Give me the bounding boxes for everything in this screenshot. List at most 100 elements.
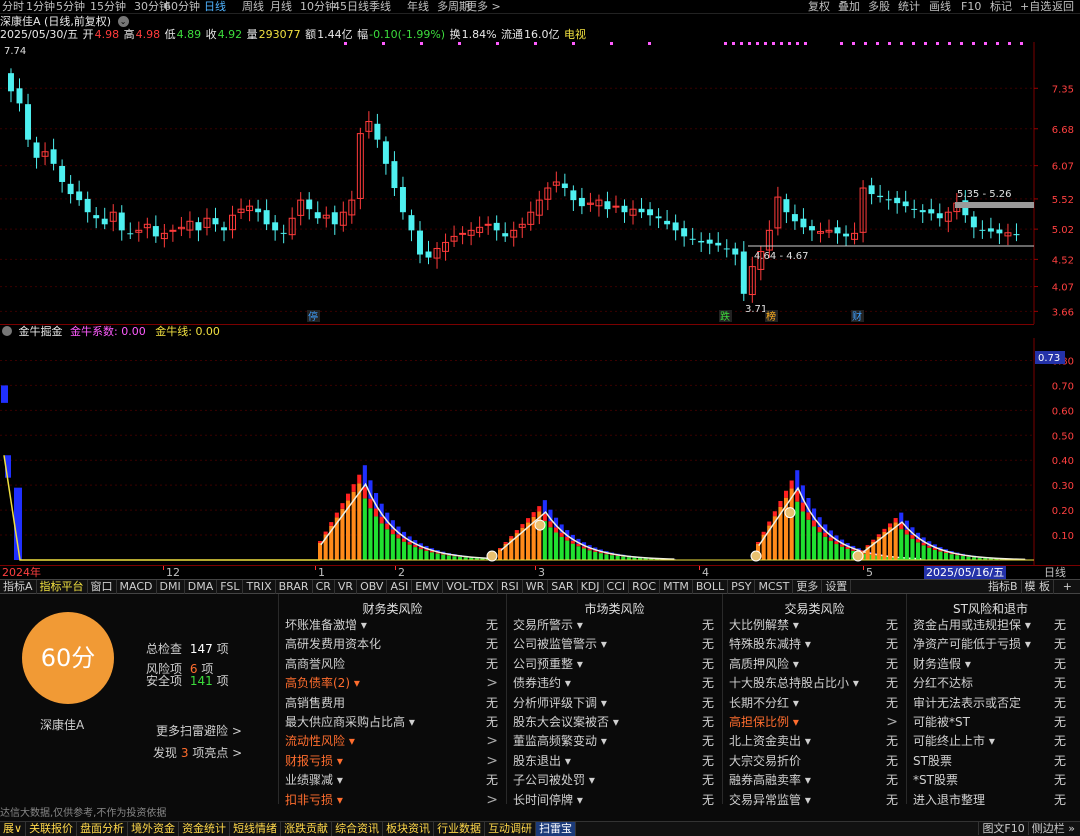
status-tab-5[interactable]: 短线情绪 xyxy=(230,822,282,836)
risk-item[interactable]: 交易所警示 ▾ 无 xyxy=(513,616,714,635)
money-bag-icon[interactable] xyxy=(852,550,864,562)
axis-period-label[interactable]: 日线 xyxy=(1044,566,1066,580)
risk-item[interactable]: 高研发费用资本化 无 xyxy=(285,635,498,654)
risk-item[interactable]: 可能终止上市 ▾ 无 xyxy=(913,732,1066,751)
risk-item[interactable]: 分析师评级下调 ▾ 无 xyxy=(513,694,714,713)
risk-item[interactable]: 十大股东总持股占比小 ▾ 无 xyxy=(729,674,898,693)
risk-item[interactable]: 业绩骤减 ▾ 无 xyxy=(285,771,498,790)
risk-item[interactable]: 坏账准备激增 ▾ 无 xyxy=(285,616,498,635)
toolbar-button-3[interactable]: 统计 xyxy=(898,0,920,13)
toolbar-button-5[interactable]: F10 xyxy=(961,0,981,13)
tab-right-0[interactable]: 指标B xyxy=(985,580,1022,594)
indicator-tab-11[interactable]: OBV xyxy=(357,580,388,594)
toolbar-button-4[interactable]: 画线 xyxy=(929,0,951,13)
risk-item[interactable]: 财务造假 ▾ 无 xyxy=(913,655,1066,674)
risk-item[interactable]: 高担保比例 ▾ > xyxy=(729,713,898,732)
indicator-tab-26[interactable]: 设置 xyxy=(822,580,852,594)
risk-item[interactable]: 可能被*ST 无 xyxy=(913,713,1066,732)
indicator-chart[interactable]: 0.800.700.600.500.400.300.200.100.73 xyxy=(0,338,1080,566)
indicator-tab-10[interactable]: VR xyxy=(335,580,358,594)
tab-right-1[interactable]: 模 板 xyxy=(1022,580,1054,594)
risk-item[interactable]: 高商誉风险 无 xyxy=(285,655,498,674)
indicator-tab-25[interactable]: 更多 xyxy=(793,580,823,594)
risk-item[interactable]: 股东大会议案被否 ▾ 无 xyxy=(513,713,714,732)
indicator-tab-18[interactable]: KDJ xyxy=(578,580,604,594)
status-tab-11[interactable]: 扫雷宝 xyxy=(536,822,577,836)
status-tab-9[interactable]: 行业数据 xyxy=(434,822,486,836)
toolbar-button-0[interactable]: 复权 xyxy=(808,0,830,13)
highlights-link[interactable]: 发现 3 项亮点 > xyxy=(153,744,242,761)
indicator-tab-22[interactable]: BOLL xyxy=(693,580,729,594)
indicator-settings-icon[interactable] xyxy=(2,326,12,336)
indicator-tab-13[interactable]: EMV xyxy=(412,580,444,594)
risk-item[interactable]: 特殊股东减持 ▾ 无 xyxy=(729,635,898,654)
period-1[interactable]: 1分钟 xyxy=(26,0,55,13)
indicator-name[interactable]: 金牛掘金 xyxy=(19,325,63,338)
risk-item[interactable]: ST股票 无 xyxy=(913,752,1066,771)
money-bag-icon[interactable] xyxy=(784,507,796,519)
money-bag-icon[interactable] xyxy=(486,550,498,562)
event-tag[interactable]: 跌 xyxy=(720,310,730,323)
indicator-tab-14[interactable]: VOL-TDX xyxy=(443,580,498,594)
period-10[interactable]: 45日线 xyxy=(333,0,369,13)
indicator-tab-19[interactable]: CCI xyxy=(604,580,630,594)
period-12[interactable]: 年线 xyxy=(407,0,429,13)
status-right-0[interactable]: 图文F10 xyxy=(978,822,1028,835)
status-tab-4[interactable]: 资金统计 xyxy=(179,822,231,836)
toolbar-button-8[interactable]: 返回 xyxy=(1052,0,1074,13)
status-tab-2[interactable]: 盘面分析 xyxy=(77,822,129,836)
status-tab-6[interactable]: 涨跌贡献 xyxy=(281,822,333,836)
indicator-tab-23[interactable]: PSY xyxy=(728,580,756,594)
status-tab-1[interactable]: 关联报价 xyxy=(26,822,78,836)
period-9[interactable]: 10分钟 xyxy=(300,0,336,13)
risk-item[interactable]: 公司预重整 ▾ 无 xyxy=(513,655,714,674)
period-3[interactable]: 15分钟 xyxy=(90,0,126,13)
status-tab-0[interactable]: 展∨ xyxy=(0,822,27,836)
indicator-tab-16[interactable]: WR xyxy=(523,580,549,594)
toolbar-button-2[interactable]: 多股 xyxy=(868,0,890,13)
risk-item[interactable]: 分红不达标 无 xyxy=(913,674,1066,693)
status-tab-3[interactable]: 境外资金 xyxy=(128,822,180,836)
sector-tag[interactable]: 电视 xyxy=(564,28,586,41)
risk-item[interactable]: 资金占用或违规担保 ▾ 无 xyxy=(913,616,1066,635)
indicator-tab-0[interactable]: 指标A xyxy=(0,580,37,594)
toolbar-button-7[interactable]: +自选 xyxy=(1020,0,1051,13)
indicator-tab-3[interactable]: MACD xyxy=(117,580,157,594)
indicator-tab-12[interactable]: ASI xyxy=(387,580,413,594)
status-right-1[interactable]: 侧边栏 » xyxy=(1027,822,1078,835)
risk-item[interactable]: 股东退出 ▾ 无 xyxy=(513,752,714,771)
toolbar-button-6[interactable]: 标记 xyxy=(990,0,1012,13)
indicator-tab-24[interactable]: MCST xyxy=(755,580,794,594)
indicator-tab-2[interactable]: 窗口 xyxy=(88,580,117,594)
period-2[interactable]: 5分钟 xyxy=(56,0,85,13)
risk-item[interactable]: 净资产可能低于亏损 ▾ 无 xyxy=(913,635,1066,654)
period-14[interactable]: 更多 > xyxy=(466,0,501,13)
risk-item[interactable]: 审计无法表示或否定 无 xyxy=(913,694,1066,713)
title-dropdown-icon[interactable]: ⌄ xyxy=(117,16,129,27)
period-8[interactable]: 月线 xyxy=(270,0,292,13)
indicator-tab-7[interactable]: TRIX xyxy=(243,580,276,594)
indicator-tab-5[interactable]: DMA xyxy=(185,580,218,594)
risk-item[interactable]: 董监高频繁变动 ▾ 无 xyxy=(513,732,714,751)
risk-item[interactable]: 最大供应商采购占比高 ▾ 无 xyxy=(285,713,498,732)
period-6[interactable]: 日线 xyxy=(204,0,226,13)
indicator-tab-6[interactable]: FSL xyxy=(217,580,244,594)
risk-item[interactable]: 公司被监管警示 ▾ 无 xyxy=(513,635,714,654)
risk-item[interactable]: 长期不分红 ▾ 无 xyxy=(729,694,898,713)
toolbar-button-1[interactable]: 叠加 xyxy=(838,0,860,13)
risk-item[interactable]: *ST股票 无 xyxy=(913,771,1066,790)
candlestick-chart[interactable]: 7.35 6.68 6.07 5.52 5.02 4.52 4.07 3.66 7.74 3.71… xyxy=(0,42,1080,324)
risk-item[interactable]: 高负债率(2) ▾ > xyxy=(285,674,498,693)
risk-item[interactable]: 子公司被处罚 ▾ 无 xyxy=(513,771,714,790)
risk-item[interactable]: 大比例解禁 ▾ 无 xyxy=(729,616,898,635)
status-tab-10[interactable]: 互动调研 xyxy=(485,822,537,836)
period-11[interactable]: 季线 xyxy=(369,0,391,13)
risk-item[interactable]: 高质押风险 ▾ 无 xyxy=(729,655,898,674)
risk-item[interactable]: 扣非亏损 ▾ > xyxy=(285,791,498,810)
money-bag-icon[interactable] xyxy=(750,550,762,562)
event-tag[interactable]: 停 xyxy=(308,310,318,323)
risk-item[interactable]: 交易异常监管 ▾ 无 xyxy=(729,791,898,810)
status-tab-7[interactable]: 综合资讯 xyxy=(332,822,384,836)
more-scan-link[interactable]: 更多扫雷避险 > xyxy=(156,722,242,739)
risk-item[interactable]: 进入退市整理 无 xyxy=(913,791,1066,810)
